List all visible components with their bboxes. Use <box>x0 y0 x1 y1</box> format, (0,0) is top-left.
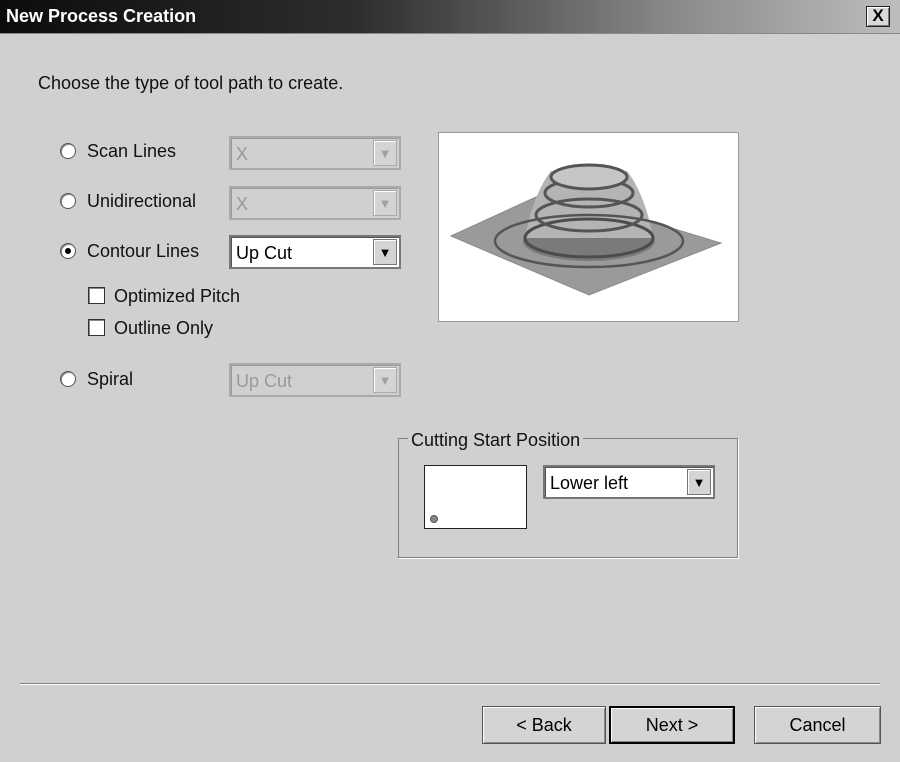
spiral-combo-value: Up Cut <box>236 371 293 391</box>
scan-lines-combo[interactable]: X ▼ <box>229 136 401 170</box>
chevron-down-icon[interactable]: ▼ <box>373 190 397 216</box>
scan-lines-radio[interactable] <box>60 143 76 159</box>
instruction-text: Choose the type of tool path to create. <box>38 73 344 93</box>
close-button[interactable]: X <box>866 6 890 27</box>
spiral-radio[interactable] <box>60 371 76 387</box>
optimized-pitch-label: Optimized Pitch <box>114 286 241 306</box>
start-position-marker-icon <box>430 515 438 523</box>
cutting-start-combo-value: Lower left <box>550 473 629 493</box>
chevron-down-icon[interactable]: ▼ <box>373 140 397 166</box>
back-button[interactable]: < Back <box>482 706 606 744</box>
cutting-start-position-box[interactable] <box>424 465 527 529</box>
footer-separator <box>20 683 880 685</box>
outline-only-checkbox[interactable] <box>88 319 105 336</box>
window-title: New Process Creation <box>6 6 197 26</box>
cutting-start-group-label: Cutting Start Position <box>408 430 584 451</box>
optimized-pitch-checkbox[interactable] <box>88 287 105 304</box>
chevron-down-icon[interactable]: ▼ <box>373 367 397 393</box>
chevron-down-icon[interactable]: ▼ <box>373 239 397 265</box>
scan-lines-label: Scan Lines <box>87 141 177 161</box>
unidirectional-radio[interactable] <box>60 193 76 209</box>
chevron-down-icon[interactable]: ▼ <box>687 469 711 495</box>
unidirectional-label: Unidirectional <box>87 191 197 211</box>
unidirectional-combo-value: X <box>236 194 249 214</box>
unidirectional-combo[interactable]: X ▼ <box>229 186 401 220</box>
cancel-button[interactable]: Cancel <box>754 706 881 744</box>
close-icon: X <box>872 6 884 25</box>
contour-lines-label: Contour Lines <box>87 241 200 261</box>
spiral-label: Spiral <box>87 369 134 389</box>
title-bar: New Process Creation X <box>0 0 900 34</box>
cutting-start-combo[interactable]: Lower left ▼ <box>543 465 715 499</box>
next-button[interactable]: Next > <box>609 706 735 744</box>
contour-toolpath-preview-icon <box>449 163 723 296</box>
scan-lines-combo-value: X <box>236 144 249 164</box>
contour-lines-combo-value: Up Cut <box>236 243 293 263</box>
contour-lines-radio[interactable] <box>60 243 76 259</box>
outline-only-label: Outline Only <box>114 318 214 338</box>
spiral-combo[interactable]: Up Cut ▼ <box>229 363 401 397</box>
toolpath-preview <box>438 132 739 322</box>
contour-lines-combo[interactable]: Up Cut ▼ <box>229 235 401 269</box>
